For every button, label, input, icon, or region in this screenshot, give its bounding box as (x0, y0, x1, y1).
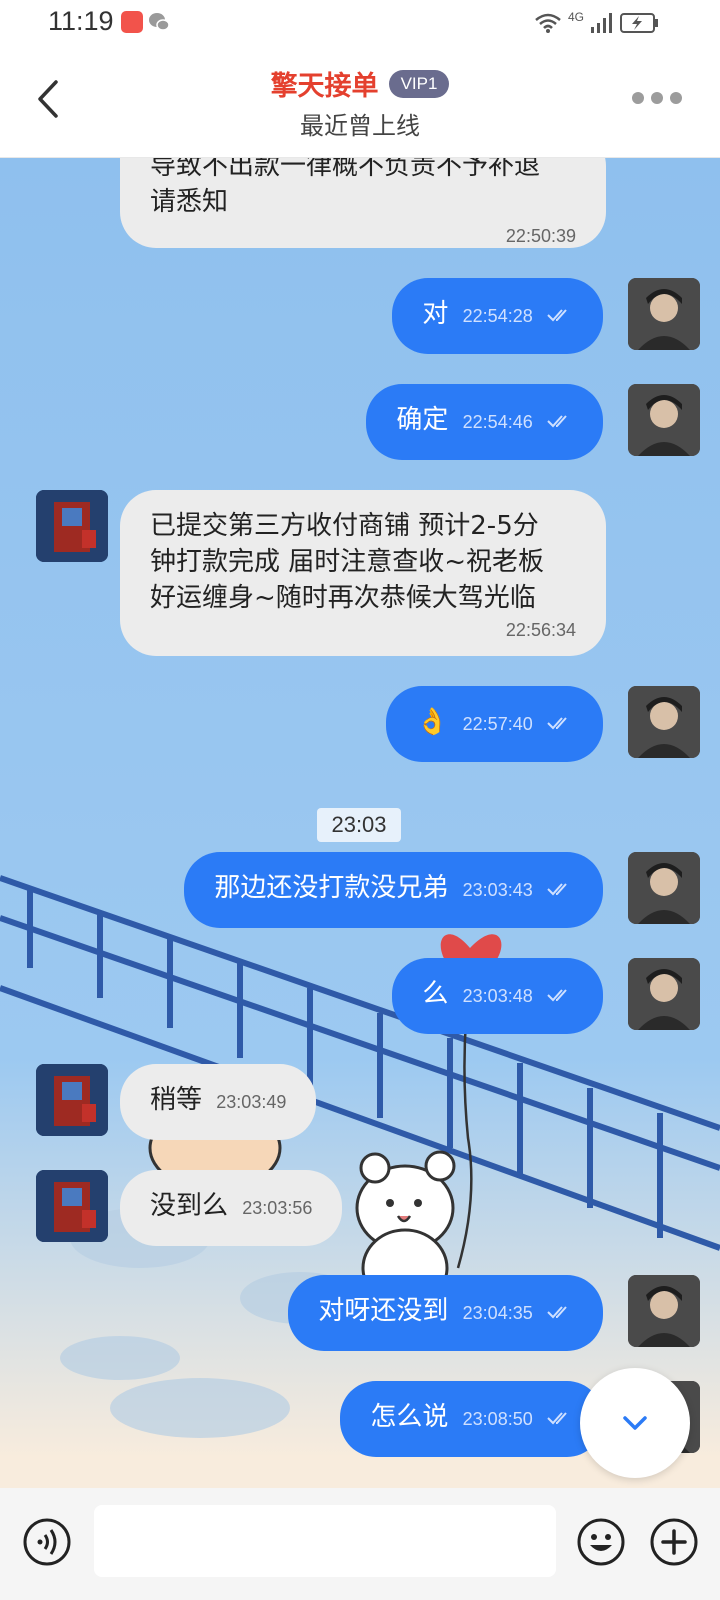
scroll-to-bottom-button[interactable] (580, 1368, 690, 1478)
message-text: 稍等 (150, 1085, 203, 1115)
message-bubble[interactable]: 已提交第三方收付商铺 预计2-5分 钟打款完成 届时注意查收~祝老板 好运缠身~… (120, 490, 606, 656)
message-time: 22:57:40 (462, 714, 533, 734)
message-time: 23:03:43 (462, 880, 533, 900)
chat-header: 擎天接单 VIP1 最近曾上线 (0, 46, 720, 158)
message-time: 23:03:49 (216, 1092, 287, 1112)
signal-icon (591, 13, 612, 33)
input-bar (0, 1488, 720, 1600)
message-time: 22:54:46 (462, 412, 533, 432)
online-status: 最近曾上线 (300, 112, 420, 140)
message-bubble[interactable]: 确定 22:54:46 (366, 384, 603, 460)
emoji-button[interactable] (576, 1517, 626, 1567)
message-time: 22:50:39 (505, 226, 576, 246)
my-avatar[interactable] (628, 852, 700, 924)
my-avatar[interactable] (628, 278, 700, 350)
double-check-icon (547, 988, 567, 1001)
my-avatar[interactable] (628, 1275, 700, 1347)
message-bubble[interactable]: 👌 22:57:40 (386, 686, 603, 762)
message-text: 导致不出款一律概不负责不予补退 请悉知 (150, 158, 541, 217)
wifi-icon (535, 13, 561, 33)
message-text: 没到么 (150, 1191, 229, 1221)
message-bubble[interactable]: 没到么 23:03:56 (120, 1170, 343, 1246)
message-bubble[interactable]: 对 22:54:28 (392, 278, 603, 354)
message-bubble[interactable]: 么 23:03:48 (392, 958, 603, 1034)
double-check-icon (547, 1411, 567, 1424)
message-text: 确定 (396, 405, 449, 435)
message-bubble[interactable]: 怎么说 23:08:50 (340, 1381, 603, 1457)
message-bubble[interactable]: 对呀还没到 23:04:35 (288, 1275, 603, 1351)
message-time: 23:03:48 (462, 986, 533, 1006)
status-indicators: 4G (534, 10, 660, 36)
message-text: 对 (422, 299, 449, 329)
title-row: 擎天接单 VIP1 (0, 64, 720, 103)
more-dot (632, 92, 644, 104)
message-time: 23:03:56 (242, 1198, 313, 1218)
double-check-icon (547, 308, 567, 321)
contact-name[interactable]: 擎天接单 (271, 71, 379, 102)
time-separator: 23:03 (317, 808, 401, 842)
message-bubble[interactable]: 那边还没打款没兄弟 23:03:43 (184, 852, 603, 928)
message-input[interactable] (94, 1505, 556, 1577)
message-text: 那边还没打款没兄弟 (214, 873, 449, 903)
my-avatar[interactable] (628, 384, 700, 456)
message-bubble[interactable]: 稍等 23:03:49 (120, 1064, 317, 1140)
message-bubble[interactable]: 导致不出款一律概不负责不予补退 请悉知 22:50:39 (120, 158, 606, 248)
message-emoji: 👌 (416, 707, 449, 737)
contact-avatar[interactable] (36, 1170, 108, 1242)
chevron-down-icon (623, 1416, 647, 1430)
message-text: 对呀还没到 (318, 1296, 449, 1326)
message-time: 22:56:34 (505, 620, 576, 640)
message-text: 怎么说 (370, 1402, 449, 1432)
contact-avatar[interactable] (36, 1064, 108, 1136)
plus-button[interactable] (649, 1517, 699, 1567)
double-check-icon (547, 882, 567, 895)
message-time: 22:54:28 (462, 306, 533, 326)
wechat-icon (149, 13, 170, 31)
double-check-icon (547, 414, 567, 427)
battery-charging-icon (620, 13, 658, 33)
message-time: 23:04:35 (462, 1303, 533, 1323)
vip-badge: VIP1 (388, 69, 450, 98)
more-dot (651, 92, 663, 104)
my-avatar[interactable] (628, 958, 700, 1030)
double-check-icon (547, 1305, 567, 1318)
network-type: 4G (567, 10, 584, 24)
double-check-icon (547, 716, 567, 729)
message-text: 已提交第三方收付商铺 预计2-5分 钟打款完成 届时注意查收~祝老板 好运缠身~… (150, 511, 545, 613)
more-dot (670, 92, 682, 104)
status-time: 11:19 (48, 6, 114, 36)
shopping-app-icon (121, 11, 143, 33)
voice-button[interactable] (22, 1517, 72, 1567)
status-bar: 11:19 4G (0, 0, 720, 46)
message-time: 23:08:50 (462, 1409, 533, 1429)
message-text: 么 (422, 979, 449, 1009)
my-avatar[interactable] (628, 686, 700, 758)
chat-area[interactable]: 导致不出款一律概不负责不予补退 请悉知 22:50:39 对 22:54:28 … (0, 158, 720, 1488)
contact-avatar[interactable] (36, 490, 108, 562)
more-options-button[interactable] (632, 92, 682, 106)
